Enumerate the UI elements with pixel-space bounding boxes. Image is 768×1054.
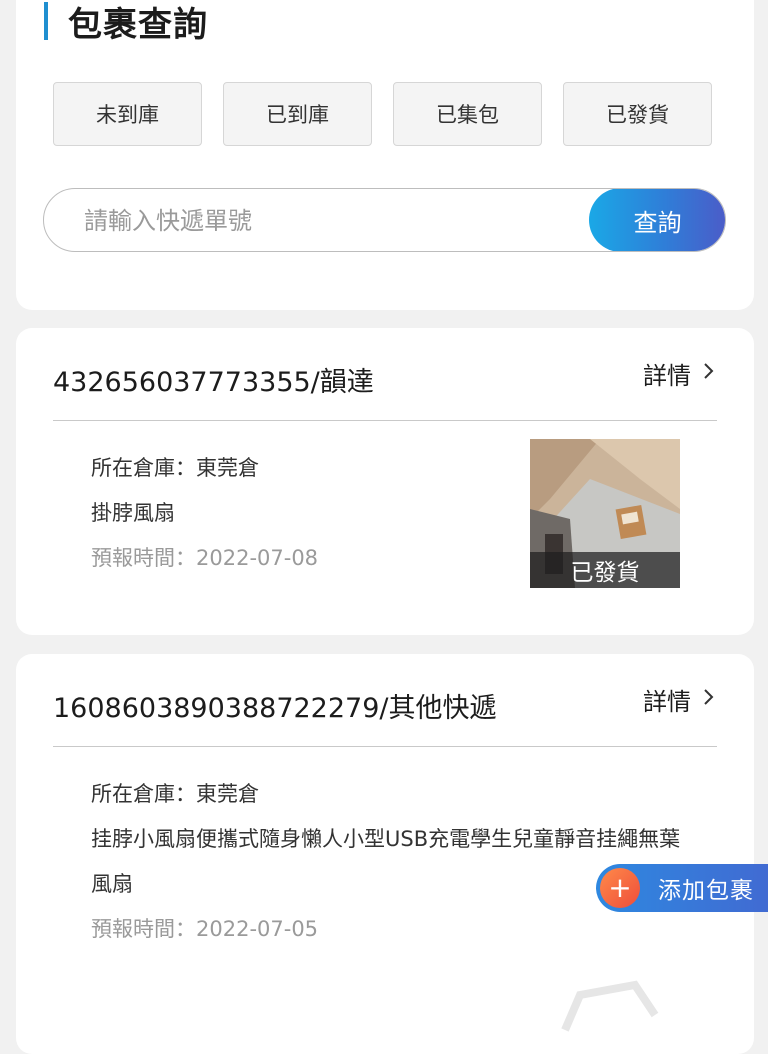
warehouse-value: 東莞倉 xyxy=(196,456,259,480)
parcel-header: 1608603890388722279/其他快遞 詳情 xyxy=(53,682,717,744)
parcel-header: 432656037773355/韻達 詳情 xyxy=(53,356,717,418)
chevron-right-icon xyxy=(703,687,715,712)
forecast-time: 2022-07-08 xyxy=(196,546,319,570)
divider xyxy=(53,420,717,421)
parcel-card: 432656037773355/韻達 詳情 所在倉庫：東莞倉 掛脖風扇 預報時間… xyxy=(16,328,754,635)
parcel-photo-status: 已發貨 xyxy=(530,552,680,588)
page-title: 包裹查詢 xyxy=(68,4,208,45)
parcel-photo[interactable]: 已發貨 xyxy=(530,439,680,588)
add-parcel-button[interactable]: + 添加包裹 xyxy=(596,864,768,912)
tracking-number: 432656037773355/韻達 xyxy=(53,367,374,398)
parcel-info: 所在倉庫：東莞倉 挂脖小風扇便攜式隨身懶人小型USB充電學生兒童靜音挂繩無葉風扇… xyxy=(91,772,691,952)
title-accent-bar xyxy=(44,2,48,40)
warehouse-label: 所在倉庫： xyxy=(91,782,196,806)
chevron-right-icon xyxy=(703,361,715,386)
search-bar: 查詢 xyxy=(43,188,726,252)
page-header: 包裹查詢 xyxy=(44,0,208,45)
warehouse-line: 所在倉庫：東莞倉 xyxy=(91,772,691,817)
warehouse-label: 所在倉庫： xyxy=(91,456,196,480)
tab-arrived[interactable]: 已到庫 xyxy=(223,82,372,146)
add-parcel-label: 添加包裹 xyxy=(658,878,754,904)
status-filter-tabs: 未到庫 已到庫 已集包 已發貨 xyxy=(53,82,712,146)
tab-consolidated[interactable]: 已集包 xyxy=(393,82,542,146)
details-label: 詳情 xyxy=(643,688,691,716)
tracking-search-input[interactable] xyxy=(82,189,586,251)
plus-icon: + xyxy=(600,868,640,908)
search-card: 包裹查詢 未到庫 已到庫 已集包 已發貨 查詢 xyxy=(16,0,754,310)
tab-shipped[interactable]: 已發貨 xyxy=(563,82,712,146)
tracking-number: 1608603890388722279/其他快遞 xyxy=(53,693,497,724)
forecast-label: 預報時間： xyxy=(91,917,196,941)
forecast-label: 預報時間： xyxy=(91,546,196,570)
watermark-stamp-icon xyxy=(561,980,659,1032)
search-button[interactable]: 查詢 xyxy=(589,189,725,251)
warehouse-value: 東莞倉 xyxy=(196,782,259,806)
details-label: 詳情 xyxy=(643,362,691,390)
forecast-time: 2022-07-05 xyxy=(196,917,319,941)
divider xyxy=(53,746,717,747)
tab-not-arrived[interactable]: 未到庫 xyxy=(53,82,202,146)
details-link[interactable]: 詳情 xyxy=(643,356,715,391)
forecast-time-line: 預報時間：2022-07-05 xyxy=(91,907,691,952)
details-link[interactable]: 詳情 xyxy=(643,682,715,717)
